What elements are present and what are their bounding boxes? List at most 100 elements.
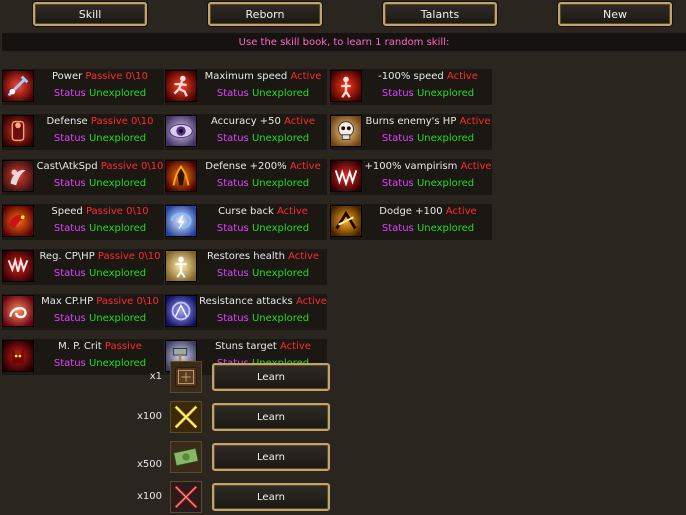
skill-title: Defense +200% Active [199, 161, 327, 172]
status-value: Unexplored [251, 133, 310, 144]
status-label: Status [216, 178, 249, 189]
skill-title: Max CP.HP Passive 0\10 [36, 296, 164, 307]
skill-cell[interactable]: Restores health Active Status Unexplored [165, 249, 327, 285]
fangs-icon[interactable] [2, 250, 34, 282]
skill-status: Status Unexplored [199, 313, 327, 324]
skill-cell[interactable]: Speed Passive 0\10 Status Unexplored [2, 204, 164, 240]
skill-type: Active [289, 161, 321, 172]
skill-type: Passive 0\10 [90, 116, 154, 127]
power-icon[interactable] [2, 70, 34, 102]
skill-cell[interactable]: Defense Passive 0\10 Status Unexplored [2, 114, 164, 150]
tab-talants[interactable]: Talants [383, 2, 497, 26]
tab-reborn[interactable]: Reborn [208, 2, 322, 26]
dodge-icon[interactable] [330, 205, 362, 237]
skill-name: Resistance attacks [199, 296, 293, 307]
eye-icon[interactable] [165, 115, 197, 147]
lightning-swirl-icon[interactable] [165, 205, 197, 237]
tab-skill[interactable]: Skill [33, 2, 147, 26]
status-label: Status [53, 223, 86, 234]
skill-cell[interactable]: Cast\AtkSpd Passive 0\10 Status Unexplore… [2, 159, 164, 195]
skill-name: Defense +200% [205, 161, 287, 172]
skill-name: +100% vampirism [364, 161, 458, 172]
skill-cell[interactable]: Power Passive 0\10 Status Unexplored [2, 69, 164, 105]
skill-name: Power [51, 71, 83, 82]
learn-button[interactable]: Learn [212, 403, 330, 431]
skill-title: Restores health Active [199, 251, 327, 262]
skill-type: Active [295, 296, 327, 307]
status-label: Status [53, 88, 86, 99]
armor-icon[interactable] [2, 115, 34, 147]
status-label: Status [381, 223, 414, 234]
skill-type: Active [288, 251, 320, 262]
item-multiplier: x1 [149, 371, 162, 382]
skill-cell[interactable]: Maximum speed Active Status Unexplored [165, 69, 327, 105]
status-value: Unexplored [416, 88, 475, 99]
status-label: Status [53, 313, 86, 324]
learn-button[interactable]: Learn [212, 483, 330, 511]
status-label: Status [216, 88, 249, 99]
vampire-icon[interactable] [330, 160, 362, 192]
learn-button[interactable]: Learn [212, 443, 330, 471]
skill-status: Status Unexplored [199, 223, 327, 234]
skill-cell[interactable]: Defense +200% Active Status Unexplored [165, 159, 327, 195]
skill-status: Status Unexplored [364, 88, 492, 99]
skill-status: Status Unexplored [199, 133, 327, 144]
learn-row: x1 Learn [0, 361, 686, 395]
status-label: Status [216, 223, 249, 234]
skill-cell[interactable]: Max CP.HP Passive 0\10 Status Unexplored [2, 294, 164, 330]
status-value: Unexplored [88, 88, 147, 99]
skill-name: Speed [51, 206, 83, 217]
skill-cell[interactable]: +100% vampirism Active Status Unexplored [330, 159, 492, 195]
status-label: Status [381, 133, 414, 144]
blue-orb-icon[interactable] [165, 295, 197, 327]
status-label: Status [381, 88, 414, 99]
skill-status: Status Unexplored [36, 268, 164, 279]
skill-type: Active [459, 116, 491, 127]
status-label: Status [53, 178, 86, 189]
skill-name: M. P. Crit [58, 341, 102, 352]
learn-row: x100 Learn [0, 401, 686, 435]
claw-icon[interactable] [2, 160, 34, 192]
skill-cell[interactable]: Accuracy +50 Active Status Unexplored [165, 114, 327, 150]
skill-status: Status Unexplored [36, 133, 164, 144]
skill-cell[interactable]: Reg. CP\HP Passive 0\10 Status Unexplored [2, 249, 164, 285]
skill-cell[interactable]: Resistance attacks Active Status Unexplor… [165, 294, 327, 330]
fire-swirl-icon[interactable] [2, 295, 34, 327]
dragon-icon[interactable] [2, 205, 34, 237]
status-value: Unexplored [416, 133, 475, 144]
skill-cell[interactable]: Curse back Active Status Unexplored [165, 204, 327, 240]
skill-type: Passive 0\10 [85, 206, 149, 217]
skill-type: Active [446, 71, 478, 82]
skill-type: Passive 0\10 [100, 161, 164, 172]
skill-cell[interactable]: Burns enemy's HP Active Status Unexplored [330, 114, 492, 150]
skill-status: Status Unexplored [364, 133, 492, 144]
skill-name: Cast\AtkSpd [36, 161, 98, 172]
item-multiplier: x100 [136, 411, 162, 422]
status-value: Unexplored [416, 223, 475, 234]
skill-cell[interactable]: Dodge +100 Active Status Unexplored [330, 204, 492, 240]
skill-name: Reg. CP\HP [39, 251, 95, 262]
skill-title: +100% vampirism Active [364, 161, 492, 172]
skill-status: Status Unexplored [199, 178, 327, 189]
learn-button[interactable]: Learn [212, 363, 330, 391]
light-figure-icon[interactable] [165, 250, 197, 282]
tab-new[interactable]: New [558, 2, 672, 26]
skill-type: Active [460, 161, 492, 172]
skill-status: Status Unexplored [36, 88, 164, 99]
skill-title: Power Passive 0\10 [36, 71, 164, 82]
running-man-icon[interactable] [165, 70, 197, 102]
slow-icon[interactable] [330, 70, 362, 102]
skill-title: M. P. Crit Passive [36, 341, 164, 352]
skill-type: Passive 0\10 [97, 251, 161, 262]
skill-name: Defense [46, 116, 88, 127]
skill-status: Status Unexplored [364, 223, 492, 234]
skill-title: Speed Passive 0\10 [36, 206, 164, 217]
fire-warrior-icon[interactable] [165, 160, 197, 192]
skill-status: Status Unexplored [364, 178, 492, 189]
skill-title: Reg. CP\HP Passive 0\10 [36, 251, 164, 262]
skull-icon[interactable] [330, 115, 362, 147]
skill-cell[interactable]: -100% speed Active Status Unexplored [330, 69, 492, 105]
status-label: Status [216, 313, 249, 324]
skill-name: Max CP.HP [41, 296, 94, 307]
skill-type: Passive [104, 341, 142, 352]
